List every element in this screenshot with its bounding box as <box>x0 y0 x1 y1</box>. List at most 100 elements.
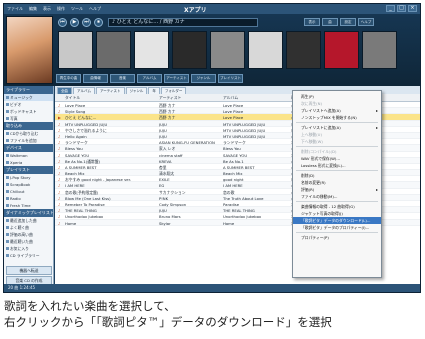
mode-button-3[interactable]: ヘルプ <box>358 18 374 26</box>
browse-button-5[interactable]: ジャンル <box>191 74 216 83</box>
cover-2[interactable] <box>96 31 131 69</box>
browse-button-6[interactable]: プレイリスト <box>218 74 243 83</box>
menu-item-0[interactable]: ファイル <box>7 6 23 12</box>
context-menu-item[interactable]: 名前の変更(R) <box>293 179 381 186</box>
sidebar-item[interactable]: お気に入り <box>4 245 53 252</box>
sidebar-item[interactable]: Chillout <box>4 188 53 195</box>
browse-button-3[interactable]: アルバム <box>137 74 162 83</box>
status-bar: 20 曲 1:24:45 <box>4 284 420 292</box>
menu-item-3[interactable]: 操作 <box>57 6 65 12</box>
sidebar-item[interactable]: ミュージック <box>4 94 53 101</box>
context-menu-item[interactable]: 楽曲情報の取得 - 12 曲取得(G) <box>293 203 381 210</box>
browse-buttons: 再生中の曲 曲情報 音楽 アルバム アーティスト ジャンル プレイリスト <box>56 74 243 83</box>
sidebar-item[interactable]: 最近追加した曲 <box>4 217 53 224</box>
caption-line-2: 右クリックから「「歌詞ピタ™」データのダウンロード」を選択 <box>4 315 332 329</box>
caption: 歌詞を入れたい楽曲を選択して、 右クリックから「「歌詞ピタ™」データのダウンロー… <box>4 298 422 330</box>
cover-5[interactable] <box>210 31 245 69</box>
context-menu-item: 次に再生(N) <box>301 101 322 106</box>
column-header-0[interactable]: タイトル <box>65 95 80 101</box>
sidebar-item[interactable]: J-Pop Story <box>4 174 53 181</box>
now-playing-artwork[interactable] <box>6 16 53 84</box>
sidebar-item[interactable]: ビデオ <box>4 101 53 108</box>
context-menu: 再生(P)次に再生(N)プレイリストへ追加(A)ノンストップMIX を開始する(… <box>292 90 382 278</box>
context-menu-item[interactable]: 評価(R) <box>293 186 381 193</box>
sidebar-item[interactable]: 写真 <box>4 115 53 122</box>
sidebar-item[interactable]: CDから取り込む <box>4 130 53 137</box>
cover-1[interactable] <box>58 31 93 69</box>
browse-button-2[interactable]: 音楽 <box>110 74 135 83</box>
tab-1[interactable]: アルバム <box>73 87 95 94</box>
table-cell: Skylar <box>159 220 171 226</box>
mode-button-0[interactable]: 表示 <box>304 18 320 26</box>
context-menu-item[interactable]: プレイリストに追加(A) <box>293 124 381 131</box>
sidebar-section-title: ライブラリー <box>4 86 53 94</box>
sidebar-item[interactable]: Fresh Time <box>4 202 53 209</box>
column-header-1[interactable]: アーティスト <box>159 95 181 101</box>
mode-button-1[interactable]: 曲 <box>322 18 338 26</box>
tab-4[interactable]: 年 <box>148 87 160 94</box>
lyrics-download-menu-item[interactable]: 「歌詞ピタ」データのダウンロード(L)... <box>293 217 381 224</box>
menu-separator <box>296 232 378 233</box>
context-menu-item[interactable]: プロパティー(P) <box>293 234 381 241</box>
maximize-icon[interactable]: □ <box>397 5 406 12</box>
sidebar-item[interactable]: Walkman <box>4 152 53 159</box>
browse-button-1[interactable]: 曲情報 <box>83 74 108 83</box>
play-icon[interactable]: ▶ <box>70 18 79 27</box>
context-menu-item[interactable]: WAV 形式で保存(W)... <box>293 155 381 162</box>
tab-2[interactable]: アーティスト <box>95 87 125 94</box>
browse-button-4[interactable]: アーティスト <box>164 74 189 83</box>
sidebar-item[interactable]: ファイルを追加 <box>4 137 53 144</box>
menu-item-1[interactable]: 編集 <box>29 6 37 12</box>
browse-button-0[interactable]: 再生中の曲 <box>56 74 81 83</box>
column-header-2[interactable]: アルバム <box>223 95 238 101</box>
table-cell: Home <box>65 220 77 226</box>
mode-buttons: 表示曲設定 ヘルプ <box>304 18 374 26</box>
cover-7[interactable] <box>286 31 321 69</box>
minimize-icon[interactable]: _ <box>386 5 395 12</box>
sidebar-section-title: ダイナミックプレイリスト <box>4 209 54 217</box>
transfer-button[interactable]: 機器へ転送 <box>6 266 52 275</box>
tab-5[interactable]: フォルダー <box>160 87 187 94</box>
sidebar-section-title: プレイリスト <box>4 166 53 174</box>
track-icon: ♪ <box>58 220 61 226</box>
context-menu-item[interactable]: ノンストップMIX を開始する(N) <box>293 114 381 121</box>
sidebar-item[interactable]: よく聴く曲 <box>4 224 53 231</box>
cover-8[interactable] <box>324 31 359 69</box>
menu-item-2[interactable]: 表示 <box>43 6 51 12</box>
sidebar-item[interactable]: 評価の高い曲 <box>4 231 53 238</box>
context-menu-item[interactable]: プレイリストへ追加(A) <box>293 107 381 114</box>
context-menu-item[interactable]: ファイルの移動(M)... <box>293 193 381 200</box>
cover-9[interactable] <box>362 31 397 69</box>
menu-separator <box>296 122 378 123</box>
menu-separator <box>296 146 378 147</box>
sidebar-item[interactable]: CD ライブラリー <box>4 252 53 259</box>
menu-item-5[interactable]: ヘルプ <box>89 6 101 12</box>
mode-button-2[interactable]: 設定 <box>340 18 356 26</box>
close-icon[interactable]: × <box>408 5 417 12</box>
context-menu-item[interactable]: 「歌詞ピタ」データのプロパティー(I)... <box>293 224 381 231</box>
menu-separator <box>296 201 378 202</box>
next-icon[interactable]: ⏭ <box>82 18 91 27</box>
context-menu-item[interactable]: 削除(D) <box>293 172 381 179</box>
menu-item-4[interactable]: ツール <box>71 6 83 12</box>
cover-4[interactable] <box>172 31 207 69</box>
cover-3[interactable] <box>134 31 169 69</box>
sidebar-section-title: 取り込み <box>4 122 53 130</box>
menu-bar: ファイル 編集 表示 操作 ツール ヘルプ <box>4 4 420 14</box>
now-playing-title: ♪ ひとえ どんなに… / 西野 カナ <box>108 18 258 27</box>
tab-3[interactable]: ジャンル <box>125 87 148 94</box>
stop-icon[interactable]: ⏹ <box>94 18 103 27</box>
previous-icon[interactable]: ⏮ <box>58 18 67 27</box>
sidebar-item[interactable]: Radio <box>4 195 53 202</box>
context-menu-item[interactable]: ジャケット写真の取得(J) <box>293 210 381 217</box>
app-title: Xアプリ <box>184 7 207 14</box>
sidebar-item[interactable]: ポッドキャスト <box>4 108 53 115</box>
table-cell: Home <box>223 220 235 226</box>
context-menu-item[interactable]: 再生(P) <box>293 93 381 100</box>
sidebar-item[interactable]: 最近聴いた曲 <box>4 238 53 245</box>
context-menu-item[interactable]: Lossless 形式に変換(L)... <box>293 162 381 169</box>
tab-0[interactable]: 全曲 <box>57 87 72 94</box>
sidebar-item[interactable]: ScrapBook <box>4 181 53 188</box>
sidebar-item[interactable]: Xperia <box>4 159 53 166</box>
cover-6[interactable] <box>248 31 283 69</box>
